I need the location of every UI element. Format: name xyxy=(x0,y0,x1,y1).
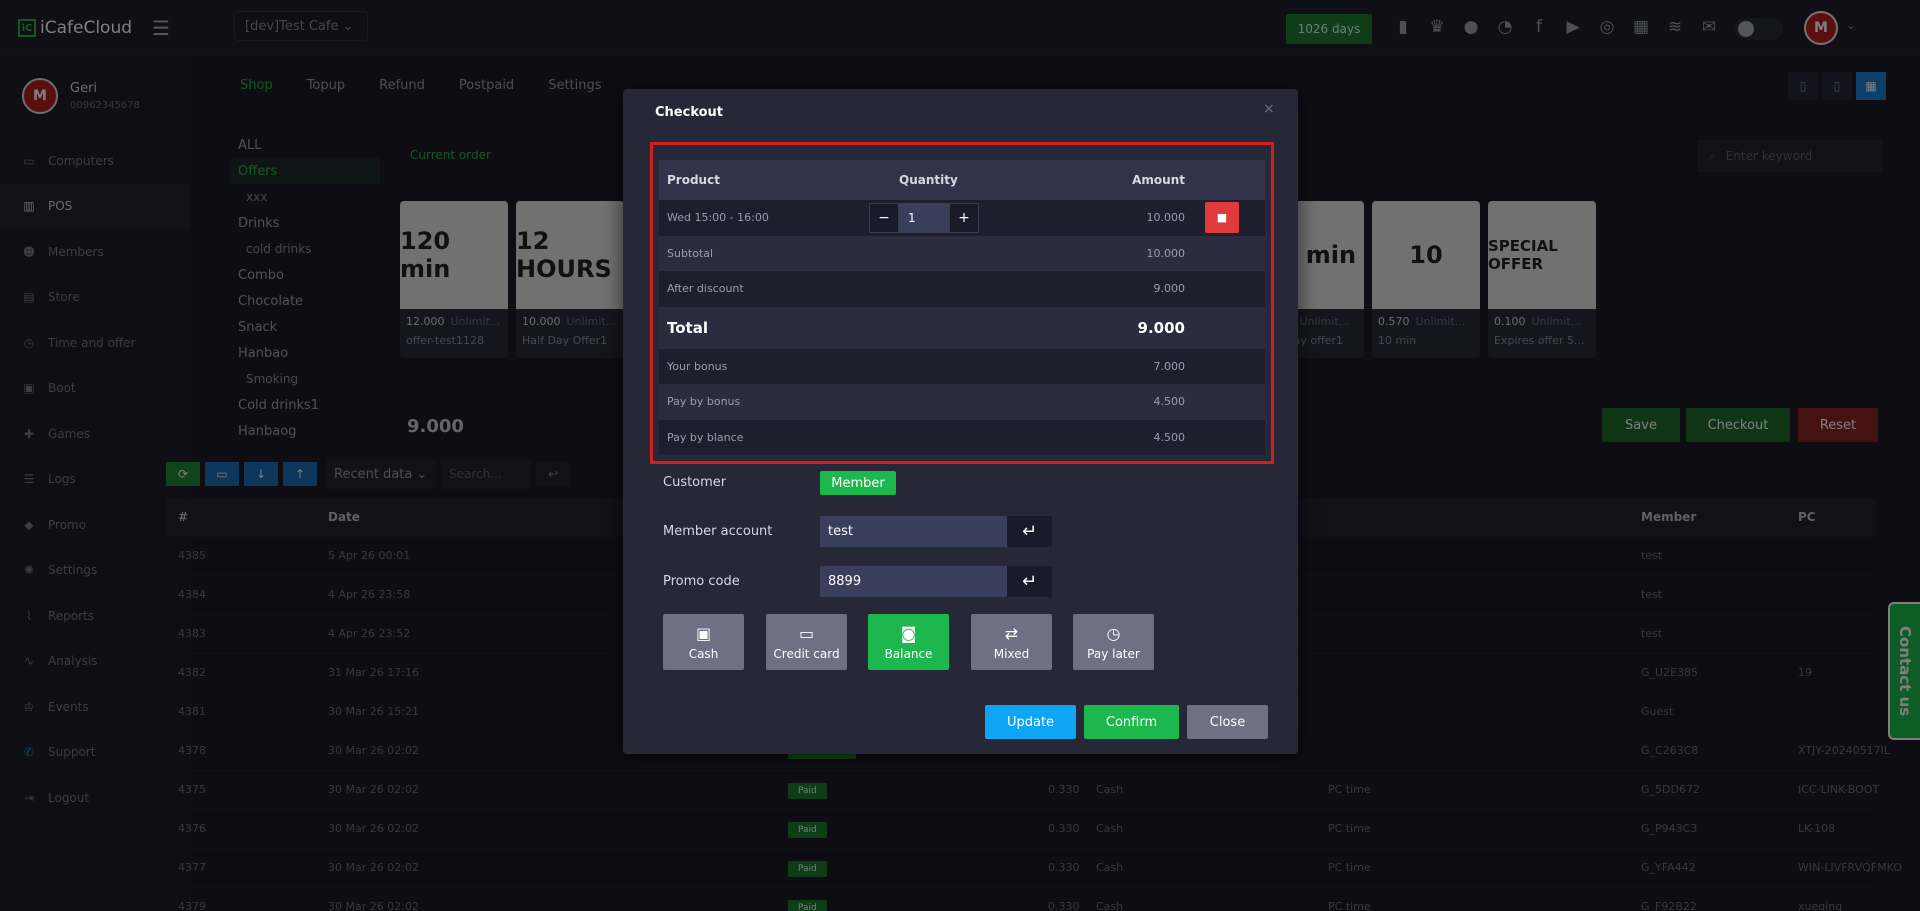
credit-card-icon: ▭ xyxy=(798,623,815,643)
bonus-value: 4.500 xyxy=(1153,395,1186,409)
quantity-stepper: − 1 + xyxy=(869,203,979,233)
promo-code-value: 8899 xyxy=(828,574,862,589)
line-product: Wed 15:00 - 16:00 xyxy=(667,211,769,225)
order-table-header: Product Quantity Amount xyxy=(659,160,1265,200)
member-account-value: test xyxy=(828,524,853,539)
payment-label: Cash xyxy=(688,646,719,661)
bonus-value: 7.000 xyxy=(1153,359,1186,373)
total-value: 9.000 xyxy=(1137,318,1185,337)
quantity-header: Quantity xyxy=(899,173,958,187)
summary-row: After discount 9.000 xyxy=(659,271,1265,307)
enter-icon[interactable]: ↵ xyxy=(1007,566,1052,597)
promo-code-input[interactable]: 8899 ↵ xyxy=(820,566,1052,597)
bonus-label: Your bonus xyxy=(667,359,728,373)
quantity-input[interactable]: 1 xyxy=(899,203,949,233)
summary-value: 9.000 xyxy=(1153,282,1186,296)
total-label: Total xyxy=(667,318,708,337)
summary-label: After discount xyxy=(667,282,744,296)
line-amount: 10.000 xyxy=(1146,211,1186,225)
member-account-label: Member account xyxy=(663,524,773,539)
balance-icon: ◙ xyxy=(900,623,917,643)
checkout-modal: Checkout × Product Quantity Amount Wed 1… xyxy=(623,89,1298,754)
total-row: Total 9.000 xyxy=(659,306,1265,349)
confirm-button[interactable]: Confirm xyxy=(1084,705,1179,739)
amount-header: Amount xyxy=(1132,173,1185,187)
minus-icon[interactable]: − xyxy=(869,203,899,233)
modal-title: Checkout xyxy=(655,105,724,120)
bonus-row: Your bonus 7.000 xyxy=(659,348,1265,384)
order-summary-highlight: Product Quantity Amount Wed 15:00 - 16:0… xyxy=(650,142,1274,464)
payment-cash-button[interactable]: ▣ Cash xyxy=(663,614,744,670)
summary-label: Subtotal xyxy=(667,246,714,260)
payment-credit-card-button[interactable]: ▭ Credit card xyxy=(766,614,847,670)
payment-label: Pay later xyxy=(1087,646,1140,661)
summary-value: 10.000 xyxy=(1146,246,1186,260)
close-button[interactable]: Close xyxy=(1187,705,1268,739)
customer-label: Customer xyxy=(663,475,727,490)
member-account-input[interactable]: test ↵ xyxy=(820,516,1052,547)
update-button[interactable]: Update xyxy=(985,705,1076,739)
bonus-row: Pay by blance 4.500 xyxy=(659,419,1265,455)
bonus-label: Pay by bonus xyxy=(667,395,741,409)
order-line: Wed 15:00 - 16:00 − 1 + 10.000 ■ xyxy=(659,200,1265,236)
summary-row: Subtotal 10.000 xyxy=(659,235,1265,271)
delete-icon[interactable]: ■ xyxy=(1205,202,1239,233)
payment-mixed-button[interactable]: ⇄ Mixed xyxy=(971,614,1052,670)
bonus-value: 4.500 xyxy=(1153,430,1186,444)
bonus-row: Pay by bonus 4.500 xyxy=(659,384,1265,420)
close-icon[interactable]: × xyxy=(1263,101,1275,117)
payment-balance-button[interactable]: ◙ Balance xyxy=(868,614,949,670)
clock-icon: ◷ xyxy=(1106,623,1121,643)
bonus-label: Pay by blance xyxy=(667,430,744,444)
product-header: Product xyxy=(667,173,720,187)
customer-member-button[interactable]: Member xyxy=(820,471,896,495)
mixed-icon: ⇄ xyxy=(1004,623,1019,643)
order-summary-table: Product Quantity Amount Wed 15:00 - 16:0… xyxy=(659,160,1265,455)
payment-label: Mixed xyxy=(993,646,1030,661)
payment-pay-later-button[interactable]: ◷ Pay later xyxy=(1073,614,1154,670)
enter-icon[interactable]: ↵ xyxy=(1007,516,1052,547)
payment-label: Balance xyxy=(884,646,933,661)
cash-icon: ▣ xyxy=(695,623,712,643)
promo-code-label: Promo code xyxy=(663,574,740,589)
payment-label: Credit card xyxy=(773,646,840,661)
plus-icon[interactable]: + xyxy=(949,203,979,233)
